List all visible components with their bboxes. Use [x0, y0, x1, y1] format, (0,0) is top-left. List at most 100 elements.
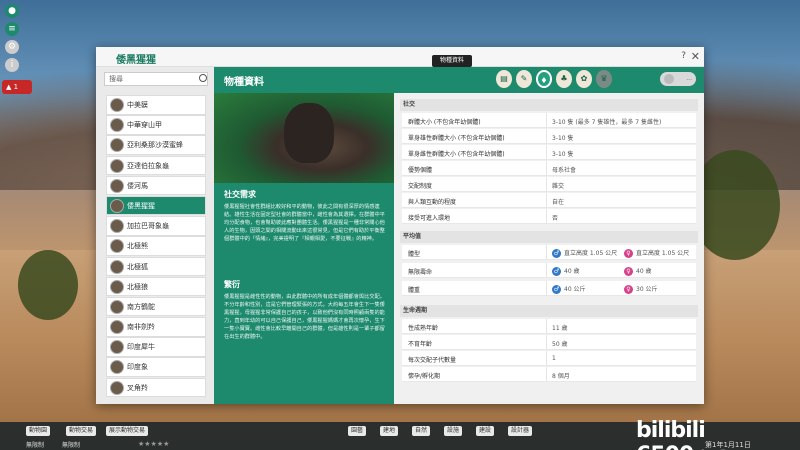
species-name: 印度犀牛 — [127, 343, 155, 352]
detail-row: 優勢個體 母系社會 — [402, 161, 696, 176]
species-list-item[interactable]: 南非劍羚 — [106, 317, 206, 337]
tab-pen-icon[interactable]: ✎ — [516, 70, 532, 88]
detail-value: 3-10 隻 (最多 7 隻雄性，最多 7 隻雌性) — [552, 119, 662, 126]
close-icon[interactable]: ✕ — [691, 50, 700, 63]
tab-species-icon[interactable]: ♦ — [536, 70, 552, 88]
detail-value: 否 — [552, 215, 559, 222]
species-list-item[interactable]: 加拉巴哥象龜 — [106, 216, 206, 236]
species-photo — [214, 93, 394, 183]
detail-row: 體重 ♂ 40 公斤 ♀ 30 公斤 — [402, 281, 696, 296]
species-name: 亞利桑那沙漠蜜蜂 — [127, 141, 183, 150]
detail-row: 懷孕/孵化期 8 個月 — [402, 367, 696, 382]
species-avatar — [110, 219, 124, 234]
tab-doc-icon[interactable]: ▤ — [496, 70, 512, 88]
tool-construct-button[interactable]: 建設 — [476, 426, 495, 436]
detail-row: 接受可進入環地 否 — [402, 209, 696, 224]
species-list-item[interactable]: 北極熊 — [106, 236, 206, 256]
female-value: ♀ 40 歲 — [624, 266, 652, 276]
male-icon: ♂ — [552, 249, 561, 258]
species-avatar — [110, 198, 124, 213]
notebook-button[interactable]: ≡ — [5, 22, 19, 36]
species-list-item[interactable]: 叉角羚 — [106, 377, 206, 398]
detail-value: 雜交 — [552, 183, 565, 190]
window-title: 倭黑猩猩 — [116, 55, 156, 66]
detail-row: 單身雌性群體大小 (不包含年幼個體) 3-10 隻 — [402, 145, 696, 160]
species-list-item[interactable]: 倭河馬 — [106, 175, 206, 196]
tab-tree-icon[interactable]: ♣ — [556, 70, 572, 88]
search-icon[interactable] — [199, 74, 207, 82]
section-header-average: 平均值 — [400, 231, 698, 243]
male-value: ♂ 40 歲 — [552, 267, 580, 276]
species-list-item[interactable]: 印度象 — [106, 357, 206, 377]
male-value: ♂ 40 公斤 — [552, 285, 586, 294]
zoo-button[interactable]: 動物園 — [26, 426, 51, 436]
tool-garden-button[interactable]: 園藝 — [348, 426, 367, 436]
female-value: ♀ 30 公斤 — [624, 284, 658, 294]
tab-paw-icon[interactable]: ✿ — [576, 70, 592, 88]
detail-label: 體型 — [408, 251, 421, 258]
species-name: 叉角羚 — [127, 383, 148, 392]
species-header: 物種資料 ▤ ✎ ♦ ♣ ✿ ♛ ... — [214, 67, 704, 93]
species-list-item[interactable]: 北極狐 — [106, 256, 206, 276]
help-icon[interactable]: ? — [681, 51, 686, 61]
species-name: 中華穿山甲 — [127, 121, 162, 130]
species-avatar — [110, 299, 124, 314]
window-titlebar: 倭黑猩猩 ? ✕ — [96, 47, 704, 67]
background-tree — [18, 250, 78, 320]
species-avatar — [110, 118, 124, 133]
tool-build-button[interactable]: 建地 — [380, 426, 399, 436]
detail-label: 接受可進入環地 — [408, 215, 451, 222]
money-readout-2: 無限制 — [62, 442, 81, 449]
detail-value: 3-10 隻 — [552, 151, 574, 158]
species-list-item[interactable]: 中美貘 — [106, 95, 206, 115]
tool-facilities-button[interactable]: 設施 — [444, 426, 463, 436]
profile-button[interactable]: ... — [660, 72, 696, 86]
zoo-menu-button[interactable]: ● — [5, 4, 19, 18]
detail-label: 體重 — [408, 287, 421, 294]
breeding-heading: 繁衍 — [224, 280, 240, 289]
detail-row: 每次交配子代數量 1 — [402, 351, 696, 366]
species-name: 北極狼 — [127, 282, 148, 291]
info-button[interactable]: i — [5, 58, 19, 72]
settings-button[interactable]: ⚙ — [5, 40, 19, 54]
exhibit-trade-button[interactable]: 展示動物交易 — [106, 426, 149, 436]
species-list-item[interactable]: 亞利桑那沙漠蜜蜂 — [106, 135, 206, 155]
detail-row: 單身雄性群體大小 (不包含年幼個體) 3-10 隻 — [402, 129, 696, 144]
species-avatar — [110, 98, 124, 112]
species-avatar — [110, 138, 124, 153]
species-name: 倭河馬 — [127, 181, 148, 190]
animal-trade-button[interactable]: 動物交易 — [66, 426, 97, 436]
species-details: 社交 群體大小 (不包含年幼個體) 3-10 隻 (最多 7 隻雄性，最多 7 隻雌… — [396, 93, 702, 404]
species-avatar — [110, 239, 124, 254]
female-icon: ♀ — [624, 267, 633, 276]
detail-row: 與人類互動的程度 自在 — [402, 193, 696, 208]
species-list-item[interactable]: 亞達伯拉象龜 — [106, 155, 206, 176]
tab-trophy-icon[interactable]: ♛ — [596, 70, 612, 88]
species-avatar — [110, 178, 124, 193]
species-list-item[interactable]: 南方鶴鴕 — [106, 296, 206, 317]
detail-label: 與人類互動的程度 — [408, 199, 457, 206]
species-list: 中美貘 中華穿山甲 亞利桑那沙漠蜜蜂 亞達伯拉象龜 倭河馬 倭黑猩猩 加拉巴哥象龜 北極熊 北極… — [106, 95, 206, 400]
detail-label: 單身雌性群體大小 (不包含年幼個體) — [408, 151, 505, 158]
species-list-item[interactable]: 北極狼 — [106, 276, 206, 297]
male-icon: ♂ — [552, 267, 561, 276]
female-icon: ♀ — [624, 249, 633, 258]
species-name: 中美貘 — [127, 101, 148, 109]
detail-label: 每次交配子代數量 — [408, 357, 457, 364]
tool-designer-button[interactable]: 設計器 — [508, 426, 533, 436]
search-input[interactable]: 搜尋 — [104, 72, 208, 86]
alert-badge[interactable]: ▲ 1 — [2, 80, 32, 94]
species-avatar — [110, 320, 124, 335]
detail-row: 性成熟年齡 11 歲 — [402, 319, 696, 334]
species-list-item[interactable]: 倭黑猩猩 — [106, 195, 206, 216]
detail-row: 無限壽命 ♂ 40 歲 ♀ 40 歲 — [402, 263, 696, 278]
bonobo-image — [284, 103, 334, 163]
detail-value: 自在 — [552, 199, 565, 206]
species-window: 倭黑猩猩 ? ✕ 搜尋 中美貘 中華穿山甲 亞利桑那沙漠蜜蜂 亞達伯拉象龜 倭河馬 倭黑猩… — [96, 47, 704, 404]
species-list-item[interactable]: 中華穿山甲 — [106, 115, 206, 135]
tool-nature-button[interactable]: 自然 — [412, 426, 431, 436]
species-list-item[interactable]: 印度犀牛 — [106, 337, 206, 357]
section-header-life: 生命週期 — [400, 305, 698, 317]
tooltip: 物種資料 — [432, 55, 472, 67]
species-avatar — [110, 380, 124, 395]
